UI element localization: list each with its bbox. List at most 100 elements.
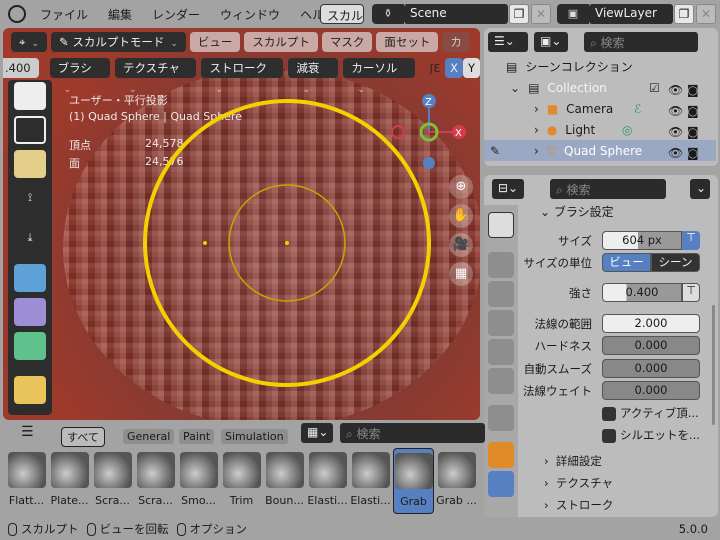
auto-smooth-field[interactable]: 0.000 [602,359,700,378]
outliner-search[interactable]: ⌕ 検索 [584,32,698,52]
size-unit-scene[interactable]: シーン [651,253,700,272]
delete-scene-icon[interactable]: ✕ [531,4,551,24]
shelf-search[interactable]: ⌕ 検索 [340,423,485,443]
advanced-subpanel[interactable]: › 詳細設定 [544,453,602,469]
shelf-tab-general[interactable]: General [123,429,175,444]
brush-thumbnail-icon [7,452,46,488]
properties-search[interactable]: ⌕ 検索 [550,179,666,199]
brush-settings-header[interactable]: ⌄ ブラシ設定 [540,203,614,220]
draw-tool-icon[interactable] [14,82,46,110]
size-label: サイズ [557,234,592,248]
asset-brush[interactable]: Elasti... [350,448,391,514]
brush-thumbnail-icon [394,453,433,489]
pressure-strength-icon[interactable]: ⊤ [682,283,700,302]
shelf-tab-simulation[interactable]: Simulation [221,429,288,444]
asset-brush[interactable]: Grab ... [436,448,477,514]
new-scene-icon[interactable]: ❐ [509,4,529,24]
scene-field[interactable]: Scene [404,4,508,24]
auto-smooth-label: 自動スムーズ [523,362,592,376]
asset-brush[interactable]: Smo... [178,448,219,514]
shelf-tab-all[interactable]: すべて [61,427,105,447]
hardness-field[interactable]: 0.000 [602,336,700,355]
asset-brush[interactable]: Trim [221,448,262,514]
trim-tool-icon[interactable] [14,298,46,326]
annotate-tool-icon[interactable]: ⤓ [14,224,46,252]
new-view-layer-icon[interactable]: ❐ [674,4,694,24]
brush-thumbnail-icon [93,452,132,488]
asset-label: Grab [400,495,427,508]
transform-tool-icon[interactable]: ⟟ [14,184,46,212]
shelf-menu-icon[interactable]: ☰ [21,424,34,440]
view-layer-icon[interactable]: ▣ [557,4,589,24]
scene-icon[interactable]: ⚱ [372,4,404,24]
mask-tool-icon[interactable] [14,150,46,178]
menu-window[interactable]: ウィンドウ [214,6,286,23]
stroke-subpanel[interactable]: › ストローク [544,497,613,513]
asset-brush[interactable]: Grab [393,448,434,514]
brush-thumbnail-icon [50,452,89,488]
object-tab-icon[interactable] [488,442,514,468]
scene-tab-icon[interactable] [488,339,514,365]
collection-tab-icon[interactable] [488,405,514,431]
svg-text:X: X [455,128,462,139]
display-mode-icon[interactable]: ☰⌄ [488,32,528,52]
blender-logo-icon[interactable] [8,5,26,23]
scene-collection-row[interactable]: ▤ シーンコレクション [484,56,716,77]
world-tab-icon[interactable] [488,368,514,394]
brush-thumbnail-icon [351,452,390,488]
ortho-grid-icon[interactable]: ▦ [449,262,473,286]
size-unit-label: サイズの単位 [523,256,592,270]
asset-brush[interactable]: Scra... [135,448,176,514]
properties-scrollbar[interactable] [712,305,715,425]
status-bar: スカルプト ビューを回転 オプション 5.0.0 [0,518,720,540]
panel-title: ブラシ設定 [553,205,614,219]
render-tab-icon[interactable] [488,252,514,278]
active-vertex-checkbox[interactable]: アクティブ頂... [602,405,699,421]
camera-view-icon[interactable]: 🎥 [449,233,473,257]
face-set-tool-icon[interactable] [14,264,46,292]
tool-tab-icon[interactable] [488,212,514,238]
menu-file[interactable]: ファイル [34,6,94,23]
asset-brush[interactable]: Flatt... [6,448,47,514]
asset-brush[interactable]: Elasti... [307,448,348,514]
strength-field[interactable]: 0.400 [602,283,682,302]
mouse-right-icon [176,522,186,536]
modifier-tab-icon[interactable] [488,471,514,497]
menu-edit[interactable]: 編集 [102,6,138,23]
asset-brush[interactable]: Plate... [49,448,90,514]
asset-brush[interactable]: Boun... [264,448,305,514]
exclude-checkbox[interactable]: ☑ [649,81,660,95]
filter-icon[interactable]: ▣⌄ [534,32,568,52]
editor-type-icon[interactable]: ⊟⌄ [492,179,524,199]
visibility-icons[interactable]: 👁 ◙ 👁 ◙ 👁 ◙ 👁 ◙ [668,80,699,164]
subpanel-label: 詳細設定 [555,454,602,468]
view-layer-field[interactable]: ViewLayer [589,4,673,24]
display-size-icon[interactable]: ▦⌄ [301,423,333,443]
line-project-icon[interactable] [14,332,46,360]
3d-viewport[interactable]: ⌖ ⌄ ✎ スカルプトモード ⌄ ビュー スカルプト マスク 面セット カ .400… [3,28,480,420]
asset-brush[interactable]: Scra... [92,448,133,514]
texture-subpanel[interactable]: › テクスチャ [544,475,613,491]
size-field[interactable]: 604 px [602,231,682,250]
normal-weight-field[interactable]: 0.000 [602,381,700,400]
normal-radius-field[interactable]: 2.000 [602,314,700,333]
size-unit-view[interactable]: ビュー [602,253,651,272]
annotate-icon[interactable] [14,376,46,404]
box-tool-icon[interactable] [14,116,46,144]
collection-icon: ▤ [528,80,540,95]
zoom-icon[interactable]: ⊕ [449,175,473,199]
pressure-size-icon[interactable]: ⊤ [682,231,700,250]
brush-thumbnail-icon [136,452,175,488]
view-layer-tab-icon[interactable] [488,310,514,336]
workspace-tab[interactable]: スカルプト [320,4,364,24]
pan-hand-icon[interactable]: ✋ [449,204,473,228]
menu-render[interactable]: レンダー [146,6,206,23]
options-dropdown[interactable]: ⌄ [690,179,710,199]
light-icon: ● [546,122,558,137]
silhouette-checkbox[interactable]: シルエットを... [602,427,700,443]
shelf-tab-paint[interactable]: Paint [179,429,215,444]
output-tab-icon[interactable] [488,281,514,307]
navigation-gizmo[interactable]: Z X [391,94,466,169]
asset-label: Grab ... [436,494,477,507]
delete-view-layer-icon[interactable]: ✕ [696,4,716,24]
